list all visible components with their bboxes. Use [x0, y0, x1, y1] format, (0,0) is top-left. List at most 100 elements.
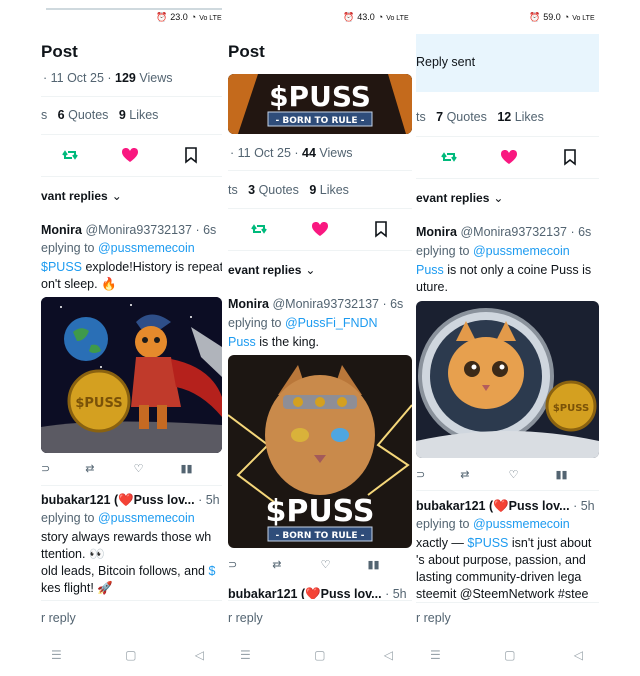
back-nav-icon[interactable]: ◁ [384, 648, 393, 662]
repost-icon[interactable]: ⇄ [460, 469, 469, 481]
king-cat-illustration: $PUSS - BORN TO RULE - [228, 355, 412, 548]
chevron-down-icon: ⌄ [305, 263, 316, 277]
home-nav-icon[interactable]: ▢ [125, 648, 136, 662]
svg-text:- BORN TO RULE -: - BORN TO RULE - [276, 116, 365, 126]
repost-icon[interactable] [61, 146, 79, 164]
reply-icon[interactable]: ⊃ [228, 559, 237, 571]
reply-composer-input[interactable]: r reply [416, 611, 451, 625]
home-nav-icon[interactable]: ▢ [314, 648, 325, 662]
back-nav-icon[interactable]: ◁ [574, 648, 583, 662]
repost-icon[interactable]: ⇄ [272, 559, 281, 571]
reply-text-line2: uture. [416, 280, 448, 294]
likes-count[interactable]: 9 [119, 108, 126, 122]
post-date-views: · 11 Oct 25 · 129 Views [43, 71, 173, 85]
like-icon[interactable]: ♡ [509, 469, 519, 481]
reply2-line1: story always rewards those wh [41, 530, 212, 544]
hashtag-link[interactable]: Puss [416, 263, 444, 277]
reply-author-2[interactable]: bubakar121 (❤️Puss lov... · 5h [416, 499, 595, 514]
reply-author-2[interactable]: bubakar121 (❤️Puss lov... · 5h [228, 587, 407, 599]
mention-link[interactable]: @pussmemecoin [473, 517, 570, 531]
bookmark-icon[interactable] [183, 146, 199, 164]
menu-nav-icon[interactable]: ☰ [240, 648, 251, 662]
reply-author[interactable]: Monira @Monira93732137 · 6s [416, 225, 591, 239]
like-icon-filled[interactable] [121, 146, 139, 164]
svg-text:$PUSS: $PUSS [269, 80, 371, 113]
reply2-line3: lasting community-driven lega [416, 570, 582, 584]
analytics-icon[interactable]: ▮▮ [556, 469, 568, 481]
mention-link[interactable]: @pussmemecoin [473, 244, 570, 258]
wifi-icon: ◔ [190, 12, 197, 22]
chevron-down-icon: ⌄ [111, 189, 122, 203]
analytics-icon[interactable]: ▮▮ [181, 463, 193, 475]
replies-sort-dropdown[interactable]: evant replies ⌄ [228, 263, 315, 277]
post-banner-image[interactable]: $PUSS - BORN TO RULE - [228, 74, 412, 134]
astronaut-cat-illustration: $PUSS [416, 301, 599, 458]
quotes-count[interactable]: 6 [58, 108, 65, 122]
replying-to-2: eplying to @pussmemecoin [416, 517, 570, 531]
svg-text:$PUSS: $PUSS [265, 494, 374, 529]
replies-sort-dropdown[interactable]: vant replies ⌄ [41, 189, 122, 203]
svg-text:$PUSS: $PUSS [75, 396, 122, 411]
reply-icon[interactable]: ⊃ [41, 463, 50, 475]
bookmark-icon[interactable] [562, 148, 578, 166]
post-stats: s 6 Quotes 9 Likes [41, 108, 159, 122]
reply-author[interactable]: Monira @Monira93732137 · 6s [228, 297, 403, 311]
android-nav-bar: ☰ ▢ ◁ [430, 648, 595, 662]
reply-image-puss-astronaut[interactable]: $PUSS [416, 301, 599, 458]
status-bar: ⏰ 59.0 ◔ Vo LTE [529, 12, 595, 22]
toast-text: Reply sent [416, 55, 476, 69]
mention-link[interactable]: @pussmemecoin [98, 241, 195, 255]
menu-nav-icon[interactable]: ☰ [430, 648, 441, 662]
repost-icon[interactable] [250, 220, 268, 238]
wifi-icon: ◔ [377, 12, 384, 22]
cashtag-link[interactable]: $PUSS [41, 260, 82, 274]
bookmark-icon[interactable] [373, 220, 389, 238]
reply-text: $PUSS explode!History is repeat [41, 260, 222, 274]
post-stats: ts 3 Quotes 9 Likes [228, 183, 349, 197]
reply-image-puss-space[interactable]: $PUSS [41, 297, 222, 453]
hashtag-link[interactable]: Puss [228, 335, 256, 349]
replying-to: eplying to @pussmemecoin [416, 244, 570, 258]
reply-composer-input[interactable]: r reply [41, 611, 76, 625]
page-title: Post [41, 42, 78, 61]
reply-text-line2: on't sleep. 🔥 [41, 277, 117, 291]
reply-composer-input[interactable]: r reply [228, 611, 263, 625]
panel-2-post: ⏰ 43.0 ◔ Vo LTE Post $PUSS - BORN TO RULE -… [228, 0, 412, 676]
like-icon-filled[interactable] [311, 220, 329, 238]
reply-actions: ⊃ ⇄ ♡ ▮▮ [416, 468, 568, 481]
repost-icon[interactable] [440, 148, 458, 166]
replies-sort-dropdown[interactable]: evant replies ⌄ [416, 191, 503, 205]
like-icon[interactable]: ♡ [134, 463, 144, 475]
repost-icon[interactable]: ⇄ [85, 463, 94, 475]
reply-text: Puss is the king. [228, 335, 320, 349]
reply-image-puss-king[interactable]: $PUSS - BORN TO RULE - [228, 355, 412, 548]
android-nav-bar: ☰ ▢ ◁ [51, 648, 216, 662]
back-nav-icon[interactable]: ◁ [195, 648, 204, 662]
panel-1-post: ⏰ 23.0 ◔ Vo LTE Post · 11 Oct 25 · 129 View… [41, 0, 222, 676]
analytics-icon[interactable]: ▮▮ [368, 559, 380, 571]
reply2-line4-link[interactable]: steemit @SteemNetwork #stee [416, 587, 588, 600]
svg-text:- BORN TO RULE -: - BORN TO RULE - [276, 531, 365, 541]
mention-link[interactable]: @PussFi_FNDN [285, 316, 378, 330]
reply-icon[interactable]: ⊃ [416, 469, 425, 481]
alarm-icon: ⏰ [343, 12, 355, 22]
reply-author[interactable]: Monira @Monira93732137 · 6s [41, 223, 216, 237]
reply-author-2[interactable]: bubakar121 (❤️Puss lov... · 5h [41, 493, 220, 508]
mention-link[interactable]: @pussmemecoin [98, 511, 195, 525]
alarm-icon: ⏰ [156, 12, 168, 22]
wifi-icon: ◔ [563, 12, 570, 22]
menu-nav-icon[interactable]: ☰ [51, 648, 62, 662]
scroll-indicator [46, 8, 222, 10]
page-title: Post [228, 42, 265, 61]
likes-count[interactable]: 12 [497, 110, 511, 124]
puss-cat-illustration: $PUSS [41, 297, 222, 453]
panel-3-post: ⏰ 59.0 ◔ Vo LTE Reply sent ts 7 Quotes 12 L… [416, 0, 599, 676]
like-icon-filled[interactable] [500, 148, 518, 166]
reply-actions: ⊃ ⇄ ♡ ▮▮ [228, 558, 380, 571]
replying-to: eplying to @pussmemecoin [41, 241, 195, 255]
svg-text:$PUSS: $PUSS [553, 403, 589, 414]
status-bar: ⏰ 23.0 ◔ Vo LTE [156, 12, 222, 22]
android-nav-bar: ☰ ▢ ◁ [240, 648, 405, 662]
home-nav-icon[interactable]: ▢ [504, 648, 515, 662]
like-icon[interactable]: ♡ [321, 559, 331, 571]
